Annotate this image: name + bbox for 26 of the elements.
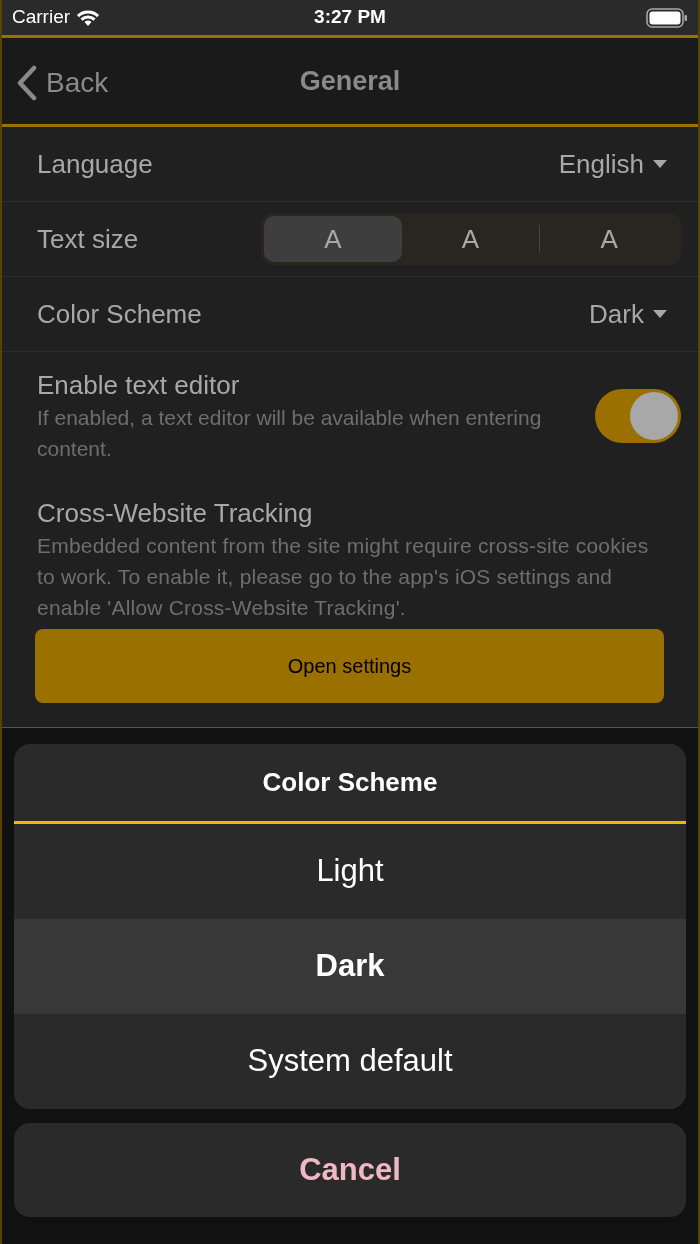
back-button[interactable]: Back bbox=[16, 62, 109, 104]
setting-label: Cross-Website Tracking bbox=[37, 497, 314, 530]
sheet-title: Color Scheme bbox=[262, 766, 438, 799]
sheet-option[interactable]: Dark bbox=[14, 919, 686, 1014]
setting-label: Language bbox=[37, 147, 153, 181]
status-time: 3:27 PM bbox=[314, 5, 386, 30]
battery-icon bbox=[646, 7, 688, 28]
setting-label: Color Scheme bbox=[37, 297, 202, 331]
setting-label: Text size bbox=[37, 222, 139, 256]
setting-label: Enable text editor bbox=[37, 369, 241, 402]
text-size-segment[interactable]: A bbox=[540, 216, 678, 262]
text-size-segment[interactable]: A bbox=[401, 216, 540, 262]
text-size-segment[interactable]: A bbox=[264, 216, 402, 262]
wifi-icon bbox=[76, 8, 101, 27]
caret-icon bbox=[652, 309, 668, 319]
setting-description: If enabled, a text editor will be available when entering content. bbox=[37, 405, 543, 462]
caret-icon bbox=[652, 159, 668, 169]
setting-description: Embedded content from the site might require cross-site cookies to work. To enable it, please go to the app's iOS settings and enable 'Allow Cross-Website Tracking'. bbox=[37, 533, 650, 621]
chevron-left-icon bbox=[16, 65, 38, 101]
open-settings-button[interactable]: Open settings bbox=[35, 629, 664, 703]
page-title: General bbox=[299, 64, 401, 98]
dropdown-button[interactable]: Dark bbox=[589, 294, 668, 334]
dropdown-button[interactable]: English bbox=[558, 144, 668, 184]
carrier-label: Carrier bbox=[12, 5, 71, 30]
toggle-switch[interactable] bbox=[595, 389, 681, 443]
cancel-button[interactable]: Cancel bbox=[14, 1123, 686, 1217]
